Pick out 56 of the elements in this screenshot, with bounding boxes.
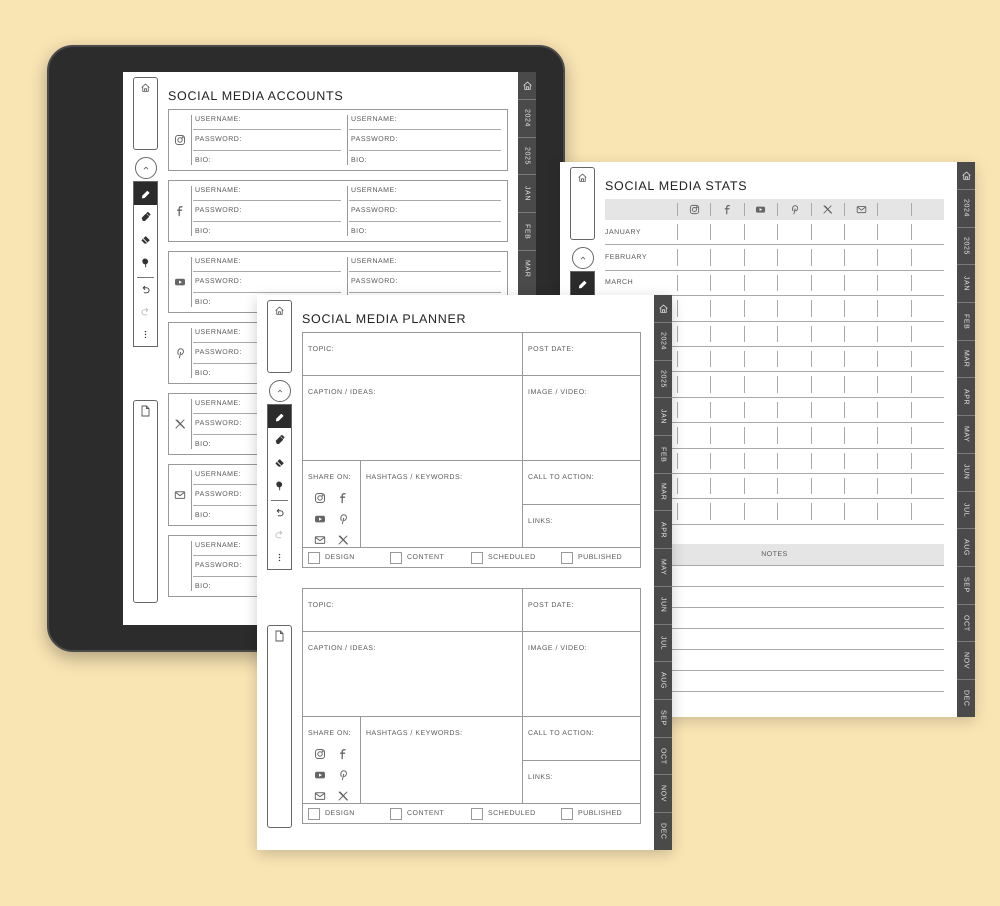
youtube-icon bbox=[314, 769, 326, 781]
checkbox[interactable] bbox=[390, 552, 402, 564]
home-icon bbox=[522, 80, 532, 91]
eraser-icon bbox=[274, 457, 285, 468]
checkbox[interactable] bbox=[561, 552, 573, 564]
page-title: SOCIAL MEDIA ACCOUNTS bbox=[168, 88, 344, 104]
scroll-up-button[interactable] bbox=[268, 380, 290, 402]
instagram-icon bbox=[688, 204, 700, 215]
mail-icon bbox=[314, 790, 326, 802]
redo-icon bbox=[140, 306, 151, 317]
page-title: SOCIAL MEDIA STATS bbox=[605, 178, 748, 194]
home-button[interactable] bbox=[133, 77, 158, 150]
checkbox[interactable] bbox=[471, 552, 483, 564]
x-icon bbox=[337, 790, 349, 802]
mail-icon bbox=[174, 489, 186, 501]
checkbox[interactable] bbox=[561, 808, 573, 820]
x-icon bbox=[822, 204, 834, 215]
document-icon bbox=[140, 405, 151, 417]
instagram-icon bbox=[314, 748, 326, 760]
instagram-icon bbox=[174, 134, 186, 146]
pen-icon bbox=[274, 411, 285, 422]
brush-icon bbox=[274, 480, 285, 491]
home-icon bbox=[577, 172, 588, 183]
checkbox[interactable] bbox=[390, 808, 402, 820]
pen-icon bbox=[140, 188, 151, 199]
undo-icon bbox=[140, 284, 151, 294]
tool-button[interactable] bbox=[268, 405, 291, 428]
brush-icon bbox=[140, 257, 151, 268]
instagram-icon bbox=[314, 492, 326, 504]
home-icon bbox=[658, 303, 668, 314]
document-icon bbox=[274, 630, 285, 642]
marker-icon bbox=[274, 434, 285, 445]
mail-icon bbox=[314, 534, 326, 546]
x-icon bbox=[174, 418, 186, 430]
checkbox[interactable] bbox=[471, 808, 483, 820]
checkbox[interactable] bbox=[308, 552, 320, 564]
undo-icon bbox=[274, 506, 285, 518]
x-icon bbox=[337, 534, 349, 546]
marker-icon bbox=[140, 211, 151, 222]
page-title: SOCIAL MEDIA PLANNER bbox=[302, 311, 468, 327]
home-icon bbox=[140, 82, 151, 93]
youtube-icon bbox=[174, 276, 186, 288]
home-icon bbox=[960, 170, 972, 181]
eraser-icon bbox=[140, 234, 151, 245]
tool-button[interactable] bbox=[134, 182, 157, 205]
scroll-up-button[interactable] bbox=[134, 157, 156, 179]
scroll-up-button[interactable] bbox=[572, 247, 594, 269]
youtube-icon bbox=[755, 204, 766, 215]
pen-icon bbox=[577, 278, 588, 289]
home-button[interactable] bbox=[570, 167, 595, 240]
home-button[interactable] bbox=[267, 300, 292, 373]
checkbox[interactable] bbox=[308, 808, 320, 820]
redo-icon bbox=[274, 529, 285, 540]
youtube-icon bbox=[314, 513, 326, 525]
mail-icon bbox=[856, 204, 867, 215]
home-icon bbox=[274, 305, 285, 316]
